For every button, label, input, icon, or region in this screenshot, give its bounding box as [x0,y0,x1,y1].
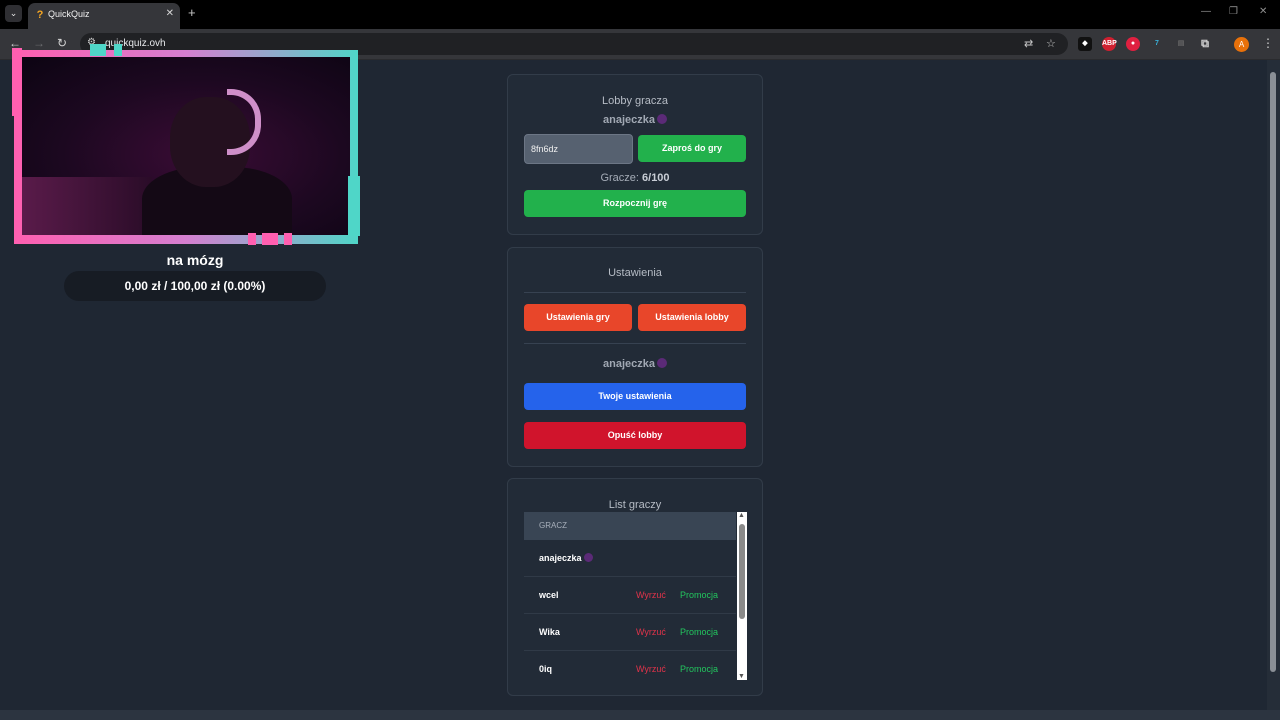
divider [524,292,746,293]
settings-user: anajeczka [508,358,762,370]
players-list-card: List graczy GRACZ anajeczka wcel Wyrzuć … [507,478,763,696]
scroll-up-icon[interactable]: ▲ [738,512,745,519]
frame-decoration [248,233,256,245]
table-scrollbar[interactable]: ▲ ▼ [737,512,747,680]
close-window-icon[interactable]: ✕ [1259,6,1267,17]
player-name: anajeczka [539,553,593,563]
browser-menu-icon[interactable]: ⋮ [1262,36,1274,50]
frame-corner-decoration [348,176,360,236]
frame-decoration [90,44,106,56]
lobby-owner-name: anajeczka [603,114,655,126]
divider [524,343,746,344]
forward-icon[interactable]: → [33,36,45,50]
donation-goal: 0,00 zł / 100,00 zł (0.00%) [64,271,326,301]
bookmark-star-icon[interactable]: ☆ [1046,37,1056,50]
settings-user-name: anajeczka [603,358,655,370]
extension-disabled-icon[interactable]: ▤ [1174,37,1188,51]
column-header-player: GRACZ [539,521,567,530]
players-list-title: List graczy [608,499,662,511]
lobby-card: Lobby gracza anajeczka Zaproś do gry Gra… [507,74,763,235]
frame-decoration [262,233,278,245]
extension-ublock-icon[interactable]: ◆ [1078,37,1092,51]
owner-badge-icon [656,114,667,124]
lobby-owner: anajeczka [508,114,762,126]
favicon-icon: ? [36,9,44,21]
profile-avatar[interactable]: A [1234,37,1249,52]
headphones-icon [227,89,261,155]
webcam-image [22,57,350,235]
players-count-value: 6/100 [642,172,670,184]
extension-7tv-icon[interactable]: 7 [1150,37,1164,51]
owner-badge-icon [583,553,593,562]
settings-card: Ustawienia Ustawienia gry Ustawienia lob… [507,247,763,467]
player-name: wcel [539,590,559,600]
minimize-icon[interactable]: — [1201,6,1211,17]
players-table: GRACZ anajeczka wcel Wyrzuć Promocja Wik… [524,512,736,680]
page-scrollbar[interactable] [1267,60,1280,710]
promote-button[interactable]: Promocja [680,590,718,600]
translate-icon[interactable]: ⇄ [1024,37,1033,50]
browser-tab[interactable]: ? QuickQuiz ✕ [28,3,180,29]
extension-red-icon[interactable]: ● [1126,37,1140,51]
tab-search-button[interactable]: ⌄ [5,5,22,22]
start-game-button[interactable]: Rozpocznij grę [524,190,746,217]
player-name-text: anajeczka [539,553,582,563]
webcam-frame [12,44,360,245]
table-row: wcel Wyrzuć Promocja [524,577,736,614]
kick-button[interactable]: Wyrzuć [636,590,666,600]
players-count-label: Gracze: [600,172,639,184]
table-header: GRACZ [524,512,736,540]
players-count: Gracze: 6/100 [508,172,762,184]
user-badge-icon [656,358,667,368]
table-scroll-thumb[interactable] [739,524,745,619]
frame-decoration [114,44,122,56]
frame-decoration [284,233,292,245]
invite-button[interactable]: Zaproś do gry [638,135,746,162]
scroll-down-icon[interactable]: ▼ [738,673,745,680]
frame-corner-decoration [12,48,22,116]
close-tab-icon[interactable]: ✕ [166,8,174,19]
new-tab-button[interactable]: + [188,6,196,20]
extensions-puzzle-icon[interactable]: ⧉ [1198,37,1212,51]
table-row: 0iq Wyrzuć Promocja [524,651,736,680]
kick-button[interactable]: Wyrzuć [636,627,666,637]
player-name: Wika [539,627,560,637]
extension-abp-icon[interactable]: ABP [1102,37,1117,51]
settings-title: Ustawienia [608,267,662,279]
table-row: anajeczka [524,540,736,577]
your-settings-button[interactable]: Twoje ustawienia [524,383,746,410]
game-settings-button[interactable]: Ustawienia gry [524,304,632,331]
promote-button[interactable]: Promocja [680,627,718,637]
table-row: Wika Wyrzuć Promocja [524,614,736,651]
player-name: 0iq [539,664,553,674]
lobby-code-input[interactable] [524,134,633,164]
tab-strip: ⌄ ? QuickQuiz ✕ + — ❐ ✕ [0,0,1280,29]
reload-icon[interactable]: ↻ [57,36,67,50]
lobby-settings-button[interactable]: Ustawienia lobby [638,304,746,331]
kick-button[interactable]: Wyrzuć [636,664,666,674]
page-scroll-thumb[interactable] [1270,72,1276,672]
promote-button[interactable]: Promocja [680,664,718,674]
horizontal-scrollbar[interactable] [0,710,1280,720]
stream-title: na mózg [166,252,224,268]
lobby-title: Lobby gracza [601,95,669,107]
restore-icon[interactable]: ❐ [1229,6,1238,17]
tab-title: QuickQuiz [48,9,90,19]
leave-lobby-button[interactable]: Opuść lobby [524,422,746,449]
webcam-desk [22,177,152,235]
